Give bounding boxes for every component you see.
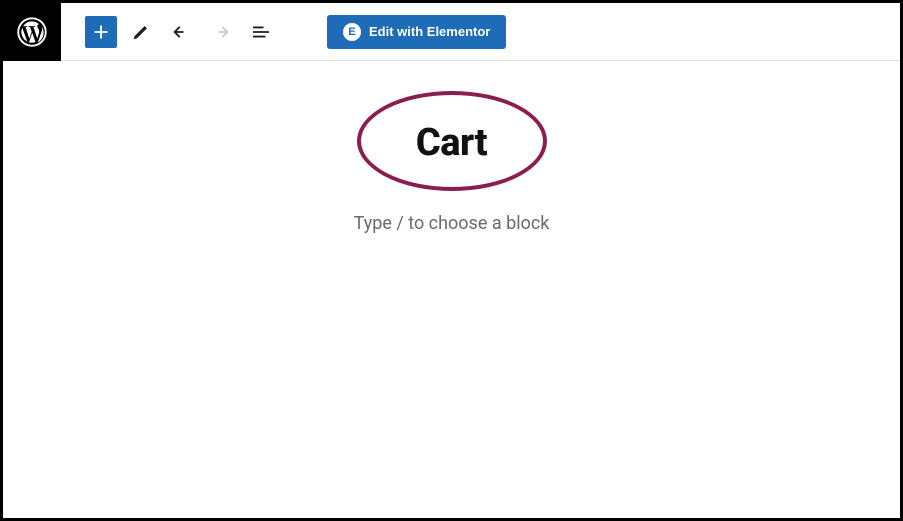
undo-icon (170, 21, 192, 43)
pencil-icon (130, 21, 152, 43)
page-title-input[interactable]: Cart (416, 121, 487, 165)
redo-button[interactable] (205, 16, 237, 48)
elementor-button-label: Edit with Elementor (369, 24, 490, 39)
edit-mode-button[interactable] (125, 16, 157, 48)
title-container: Cart (416, 121, 487, 165)
editor-toolbar: E Edit with Elementor (3, 3, 900, 61)
toolbar-actions: E Edit with Elementor (61, 15, 506, 49)
outline-icon (250, 21, 272, 43)
undo-button[interactable] (165, 16, 197, 48)
redo-icon (210, 21, 232, 43)
block-placeholder[interactable]: Type / to choose a block (354, 213, 550, 234)
wordpress-icon (17, 17, 47, 47)
document-outline-button[interactable] (245, 16, 277, 48)
edit-with-elementor-button[interactable]: E Edit with Elementor (327, 15, 506, 49)
editor-canvas: Cart Type / to choose a block (3, 61, 900, 234)
wordpress-logo-button[interactable] (3, 3, 61, 61)
add-block-button[interactable] (85, 16, 117, 48)
plus-icon (91, 22, 111, 42)
elementor-icon: E (343, 23, 361, 41)
